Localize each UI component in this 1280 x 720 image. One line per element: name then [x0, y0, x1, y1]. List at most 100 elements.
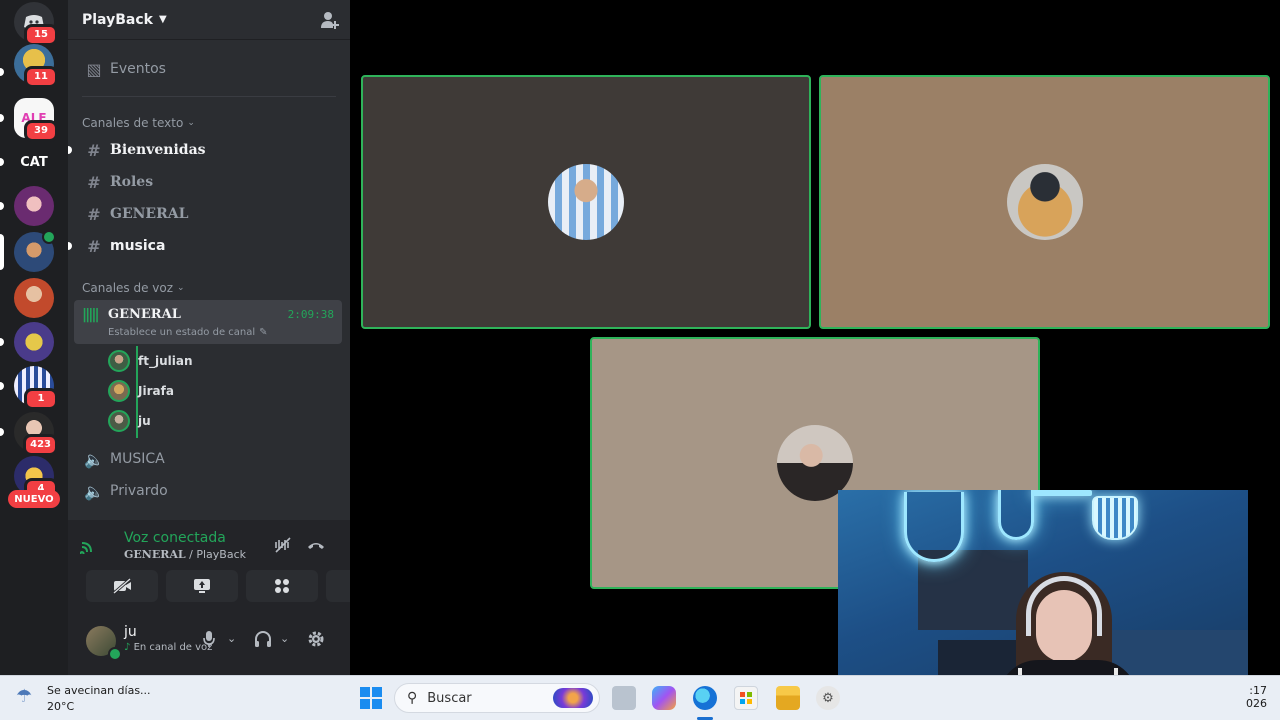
voice-user-name: ft_julian	[138, 354, 193, 368]
server-icon[interactable]	[14, 278, 54, 318]
voice-user[interactable]: ju	[108, 409, 151, 433]
unread-pip	[68, 146, 72, 154]
server-icon[interactable]	[14, 186, 54, 226]
clock-date: 026	[1246, 697, 1267, 710]
task-view-icon[interactable]	[612, 686, 636, 710]
unread-pip	[0, 382, 4, 390]
chevron-down-icon[interactable]: ⌄	[280, 632, 289, 645]
voice-channel-general[interactable]: ||||| GENERAL 2:09:38 Establece un estad…	[74, 300, 342, 344]
gear-icon[interactable]	[307, 630, 325, 652]
video-off-button[interactable]	[86, 570, 158, 602]
taskbar-search[interactable]: ⚲ Buscar	[394, 683, 600, 713]
windows-start-icon[interactable]	[360, 687, 382, 709]
weather-temp[interactable]: 20°C	[47, 700, 74, 713]
channel-musica[interactable]: # musica	[68, 232, 342, 260]
microsoft-store-icon[interactable]	[734, 686, 758, 710]
windows-taskbar: ☂ Se avecinan días... 20°C ⚲ Buscar ⚙ :1…	[0, 675, 1280, 720]
server-name: PlayBack	[82, 11, 153, 28]
voice-user[interactable]: ft_julian	[108, 349, 192, 373]
channel-status[interactable]: Establece un estado de canal ✎	[108, 327, 268, 338]
voice-panel-server: PlayBack	[196, 548, 246, 561]
channel-name: Privardo	[110, 483, 168, 499]
mention-badge: 15	[24, 24, 58, 46]
voice-channel-privardo[interactable]: 🔈 Privardo	[76, 477, 342, 505]
headphones-icon[interactable]	[254, 630, 272, 652]
server-header[interactable]: PlayBack ▼	[68, 0, 350, 40]
channel-status-text: Establece un estado de canal	[108, 327, 256, 338]
divider	[82, 96, 336, 97]
user-panel: Voz conectada GENERAL / PlayBack ju ♪ En…	[68, 520, 398, 675]
voice-category-label: Canales de voz	[82, 281, 174, 295]
avatar	[108, 350, 130, 372]
hash-icon: #	[87, 204, 101, 224]
new-badge[interactable]: NUEVO	[8, 490, 60, 508]
voice-timer: 2:09:38	[287, 308, 334, 321]
server-icon[interactable]: 1	[14, 366, 58, 410]
speaker-icon: 🔈	[84, 449, 104, 469]
search-label: Buscar	[427, 690, 472, 706]
discord-window: 15 11 ALE 39 CAT 1 423 4 NUEVO PlayBack …	[0, 0, 1280, 720]
selected-indicator	[0, 234, 4, 270]
disconnect-icon[interactable]	[306, 536, 326, 558]
noise-suppression-icon[interactable]	[274, 536, 292, 558]
taskbar-clock[interactable]: :17 026	[1246, 684, 1267, 710]
server-rail: 15 11 ALE 39 CAT 1 423 4 NUEVO	[0, 0, 68, 675]
copilot-icon[interactable]	[652, 686, 676, 710]
file-explorer-icon[interactable]	[776, 686, 800, 710]
voice-channel-musica[interactable]: 🔈 MUSICA	[76, 445, 342, 473]
channel-sidebar: PlayBack ▼ ▧ Eventos Canales de texto ⌄ …	[68, 0, 398, 675]
video-tile-ft-julian[interactable]	[361, 75, 811, 329]
chevron-down-icon: ⌄	[177, 283, 185, 293]
voice-channel-name: GENERAL	[108, 307, 181, 322]
search-highlight-icon	[553, 688, 593, 708]
clock-time: :17	[1249, 684, 1267, 697]
server-icon-cat[interactable]: CAT	[14, 142, 54, 182]
neon-light	[998, 490, 1034, 540]
mention-badge: 1	[24, 388, 58, 410]
screen-share-button[interactable]	[166, 570, 238, 602]
channel-name: Bienvenidas	[110, 142, 206, 158]
channel-roles[interactable]: # Roles	[76, 168, 342, 196]
speaker-small-icon: ♪	[124, 642, 131, 653]
lock-speaker-icon: 🔈	[84, 481, 104, 501]
mention-badge: 39	[24, 120, 58, 142]
channel-general-text[interactable]: # GENERAL	[76, 200, 342, 228]
voice-activity-icon: |||||	[82, 307, 100, 323]
channel-name: musica	[110, 238, 166, 254]
server-icon[interactable]: ALE 39	[14, 98, 58, 142]
voice-user[interactable]: Jirafa	[108, 379, 174, 403]
server-icon[interactable]: 423	[14, 412, 58, 456]
server-icon-selected[interactable]	[14, 230, 56, 272]
unread-pip	[0, 68, 4, 76]
chevron-down-icon: ⌄	[187, 118, 195, 128]
chevron-down-icon: ▼	[158, 14, 167, 25]
video-tile-jirafa[interactable]	[819, 75, 1270, 329]
server-icon[interactable]: 11	[14, 44, 58, 88]
discord-home-icon[interactable]: 15	[14, 2, 58, 46]
screen-share-icon	[194, 579, 210, 593]
chevron-down-icon[interactable]: ⌄	[227, 632, 236, 645]
channel-bienvenidas[interactable]: # Bienvenidas	[68, 136, 342, 164]
avatar	[548, 164, 624, 240]
voice-category-header[interactable]: Canales de voz ⌄	[82, 281, 185, 295]
app-icon[interactable]: ⚙	[816, 686, 840, 710]
microphone-icon[interactable]	[202, 630, 216, 652]
neon-light	[1032, 490, 1092, 496]
avatar	[1006, 164, 1083, 240]
voice-user-name: Jirafa	[138, 384, 174, 398]
events-item[interactable]: ▧ Eventos	[76, 55, 342, 83]
channel-name: MUSICA	[110, 451, 165, 467]
hash-icon: #	[87, 236, 101, 256]
edge-browser-icon[interactable]	[693, 686, 717, 710]
weather-title[interactable]: Se avecinan días...	[47, 684, 151, 697]
text-category-header[interactable]: Canales de texto ⌄	[82, 116, 195, 130]
voice-connected-channel[interactable]: GENERAL / PlayBack	[124, 548, 246, 561]
rain-cloud-icon[interactable]: ☂	[16, 686, 32, 707]
server-icon[interactable]	[14, 322, 54, 362]
user-status-text: En canal de voz	[133, 642, 213, 653]
unread-pip	[0, 202, 4, 210]
voice-connected-title[interactable]: Voz conectada	[124, 530, 226, 546]
add-user-icon[interactable]	[320, 10, 340, 30]
mention-badge: 11	[24, 66, 58, 88]
user-name[interactable]: ju	[124, 624, 137, 640]
